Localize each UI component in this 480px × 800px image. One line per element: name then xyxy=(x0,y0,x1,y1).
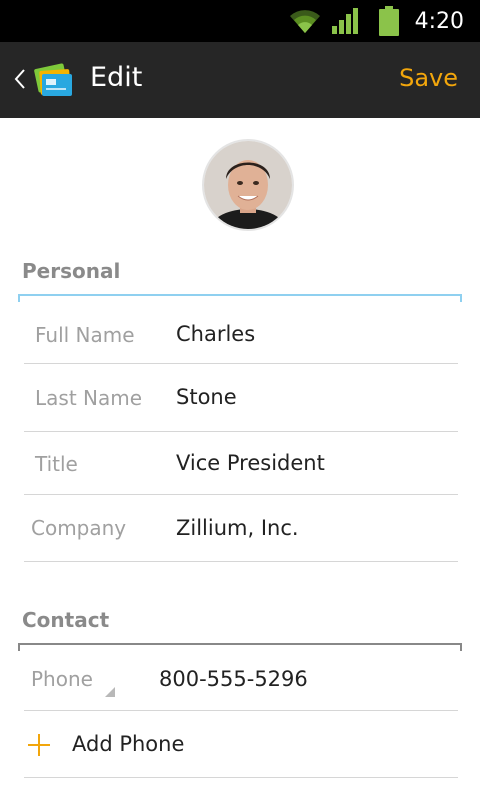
company-row[interactable]: Company Zillium, Inc. xyxy=(24,495,458,562)
screen-title: Edit xyxy=(90,62,143,93)
wifi-icon xyxy=(290,10,320,33)
title-row[interactable]: Title Vice President xyxy=(24,432,458,495)
signal-icon xyxy=(332,8,358,34)
contact-section-header: Contact xyxy=(22,608,110,632)
phone-type-select[interactable]: Phone xyxy=(31,667,93,691)
phone-input[interactable]: 800-555-5296 xyxy=(159,667,308,691)
status-bar: 4:20 xyxy=(0,0,480,42)
back-chevron-icon[interactable] xyxy=(14,68,26,90)
title-label: Title xyxy=(35,452,78,476)
personal-section-bracket xyxy=(18,294,462,302)
full-name-input[interactable]: Charles xyxy=(176,322,255,346)
add-phone-label: Add Phone xyxy=(72,732,185,756)
last-name-label: Last Name xyxy=(35,386,143,410)
action-bar: Edit Save xyxy=(0,42,480,118)
add-phone-button[interactable]: Add Phone xyxy=(24,712,458,778)
last-name-row[interactable]: Last Name Stone xyxy=(24,364,458,432)
company-input[interactable]: Zillium, Inc. xyxy=(176,516,299,540)
last-name-input[interactable]: Stone xyxy=(176,385,237,409)
cards-app-icon[interactable] xyxy=(34,60,74,100)
avatar[interactable] xyxy=(204,141,292,229)
company-label: Company xyxy=(31,516,127,540)
title-input[interactable]: Vice President xyxy=(176,451,325,475)
battery-icon xyxy=(379,6,399,36)
personal-section-header: Personal xyxy=(22,259,121,283)
clock: 4:20 xyxy=(414,9,464,34)
contact-photo xyxy=(204,141,292,229)
plus-icon xyxy=(28,734,50,756)
full-name-label: Full Name xyxy=(35,323,135,347)
phone-row[interactable]: Phone 800-555-5296 xyxy=(24,650,458,711)
full-name-row[interactable]: Full Name Charles xyxy=(24,304,458,364)
dropdown-corner-icon xyxy=(105,687,115,697)
save-button[interactable]: Save xyxy=(399,64,458,92)
